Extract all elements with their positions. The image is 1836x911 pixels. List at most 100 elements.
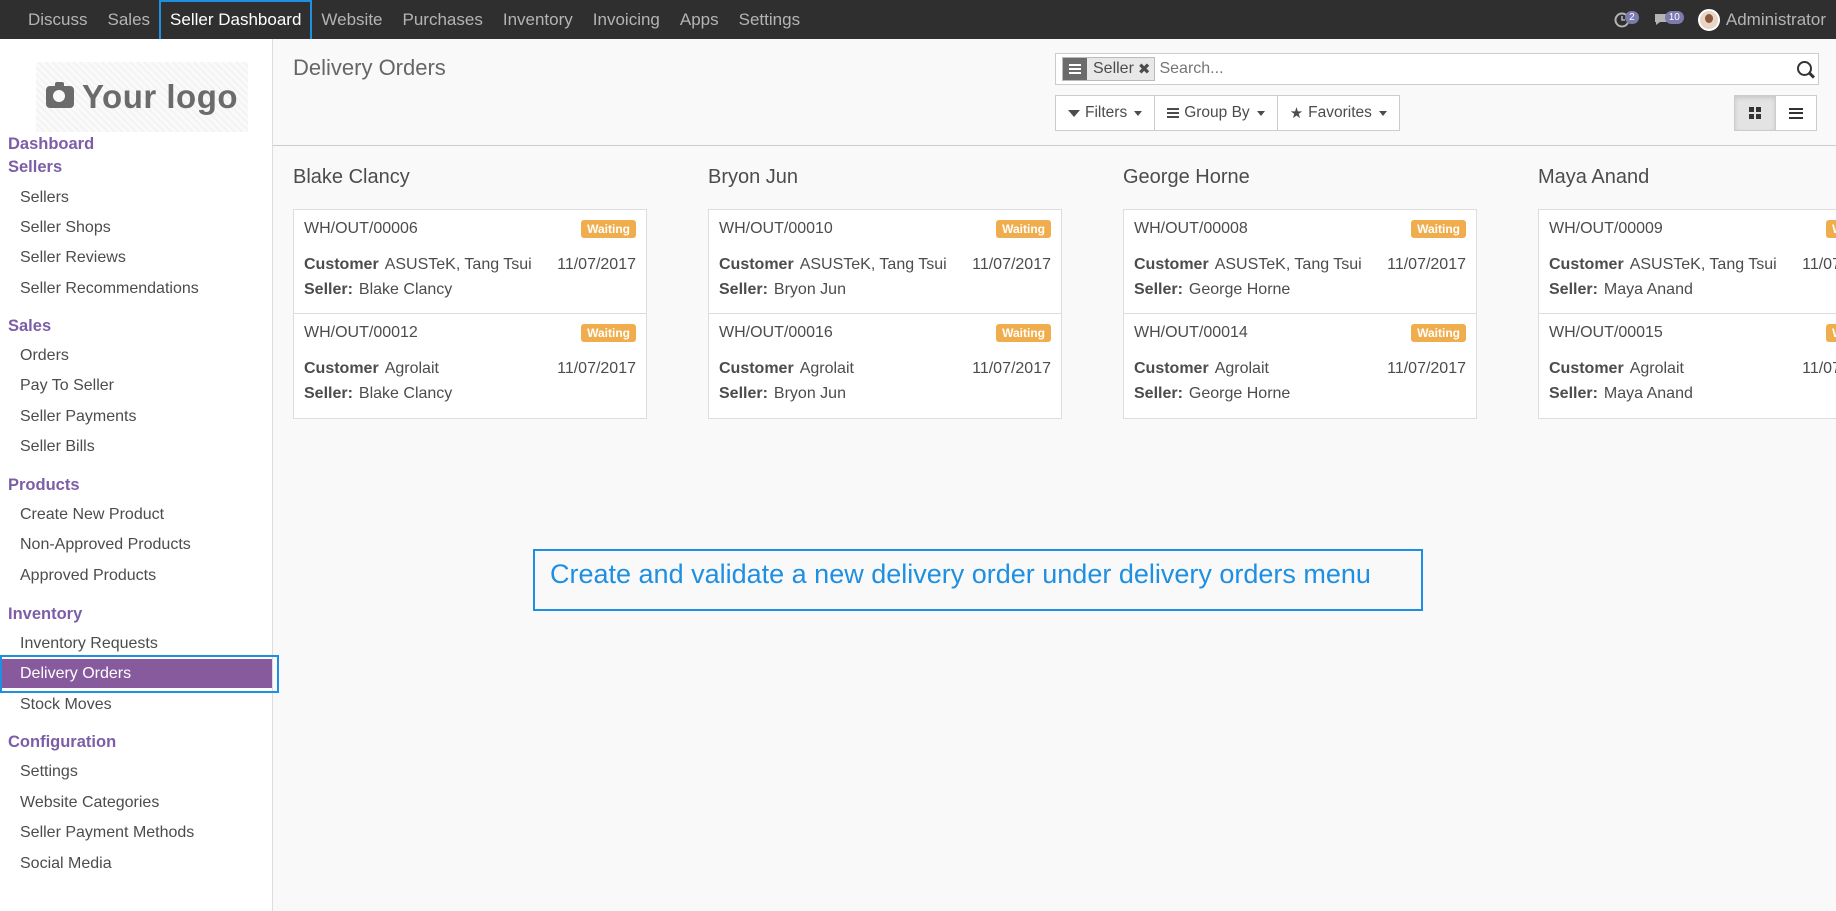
kanban-card[interactable]: WH/OUT/00014 Waiting Customer Agrolait 11… [1124, 314, 1476, 418]
sidebar-section-configuration: Configuration [8, 733, 117, 751]
caret-down-icon [1256, 110, 1265, 116]
search-icon[interactable] [1797, 61, 1812, 76]
column-cards: WH/OUT/00006 Waiting Customer ASUSTeK, Ta… [293, 209, 647, 419]
list-view-button[interactable] [1775, 95, 1817, 131]
search-input[interactable] [1159, 60, 1760, 78]
card-date: 11/07/2017 [557, 256, 636, 273]
messages-button[interactable]: 10 [1653, 11, 1684, 27]
status-badge: Waiting [581, 220, 636, 238]
card-seller: Seller: Blake Clancy [304, 385, 453, 402]
favorites-button[interactable]: ★ Favorites [1276, 95, 1400, 131]
activity-button[interactable]: 2 [1614, 11, 1639, 28]
status-badge: Waiting [1411, 324, 1466, 342]
kanban-card[interactable]: WH/OUT/00016 Waiting Customer Agrolait 11… [709, 314, 1061, 418]
systray: 2 10 Administrator [1614, 0, 1826, 39]
control-panel: Delivery Orders Seller ✖ Filters Group B… [273, 39, 1836, 146]
card-reference: WH/OUT/00016 [719, 324, 833, 341]
sidebar-item-create-new-product[interactable]: Create New Product [20, 506, 164, 524]
sidebar-item-delivery-orders[interactable]: Delivery Orders [20, 665, 131, 683]
kanban-view-button[interactable] [1734, 95, 1776, 131]
remove-facet-icon[interactable]: ✖ [1138, 60, 1155, 78]
sidebar-item-stock-moves[interactable]: Stock Moves [20, 696, 112, 714]
groupby-label: Group By [1184, 104, 1250, 121]
bars-icon [1167, 108, 1180, 118]
user-name: Administrator [1725, 9, 1826, 29]
groupby-button[interactable]: Group By [1154, 95, 1278, 131]
column-title: George Horne [1123, 166, 1250, 188]
status-badge: Waiting [1826, 220, 1836, 238]
sidebar-section-products: Products [8, 476, 80, 494]
card-reference: WH/OUT/00014 [1134, 324, 1248, 341]
menu-inventory[interactable]: Inventory [493, 0, 583, 39]
avatar [1697, 8, 1720, 31]
sidebar-item-sellers[interactable]: Sellers [20, 189, 69, 207]
top-navbar: Discuss Sales Seller Dashboard Website P… [0, 0, 1836, 45]
card-customer: Customer Agrolait [719, 360, 854, 377]
card-date: 11/07/2017 [1387, 256, 1466, 273]
menu-settings[interactable]: Settings [729, 0, 810, 39]
card-reference: WH/OUT/00015 [1549, 324, 1663, 341]
card-reference: WH/OUT/00010 [719, 220, 833, 237]
logo-text: Your logo [81, 78, 239, 115]
card-seller: Seller: Maya Anand [1549, 385, 1693, 402]
sidebar-item-non-approved-products[interactable]: Non-Approved Products [20, 536, 191, 554]
card-date: 11/07/2017 [972, 360, 1051, 377]
sidebar-section-dashboard[interactable]: Dashboard [8, 135, 94, 154]
kanban-card[interactable]: WH/OUT/00008 Waiting Customer ASUSTeK, Ta… [1124, 210, 1476, 314]
list-icon [1789, 107, 1803, 119]
favorites-label: Favorites [1308, 104, 1372, 121]
card-customer: Customer Agrolait [1134, 360, 1269, 377]
kanban-card[interactable]: WH/OUT/00009 Waiting CustomerASUSTeK, Ta… [1539, 210, 1836, 314]
sidebar-section-sellers: Sellers [8, 158, 63, 176]
sidebar-item-seller-recommendations[interactable]: Seller Recommendations [20, 280, 199, 298]
sidebar-item-settings[interactable]: Settings [20, 763, 78, 781]
sidebar-item-approved-products[interactable]: Approved Products [20, 567, 156, 585]
caret-down-icon [1378, 110, 1387, 116]
column-cards: WH/OUT/00008 Waiting Customer ASUSTeK, Ta… [1123, 209, 1477, 419]
menu-seller-dashboard[interactable]: Seller Dashboard [159, 0, 313, 45]
caret-down-icon [1134, 110, 1143, 116]
status-badge: Waiting [581, 324, 636, 342]
facet-label: Seller [1093, 60, 1134, 77]
sidebar-item-pay-to-seller[interactable]: Pay To Seller [20, 377, 114, 395]
card-seller: Seller: Maya Anand [1549, 281, 1693, 298]
sidebar-item-social-media[interactable]: Social Media [20, 855, 112, 873]
filters-button[interactable]: Filters [1055, 95, 1156, 131]
sidebar-item-orders[interactable]: Orders [20, 347, 69, 365]
card-customer: Customer ASUSTeK, Tang Tsui [1134, 256, 1362, 273]
sidebar-section-inventory: Inventory [8, 605, 83, 623]
sidebar: Your logo Dashboard Sellers Sellers Sell… [0, 39, 279, 911]
menu-sales[interactable]: Sales [98, 0, 161, 39]
sidebar-item-seller-reviews[interactable]: Seller Reviews [20, 249, 126, 267]
status-badge: Waiting [996, 324, 1051, 342]
instruction-callout: Create and validate a new delivery order… [533, 549, 1423, 611]
kanban-card[interactable]: WH/OUT/00010 Waiting Customer ASUSTeK, Ta… [709, 210, 1061, 314]
sidebar-item-seller-payments[interactable]: Seller Payments [20, 408, 137, 426]
sidebar-section-sales: Sales [8, 317, 52, 335]
kanban-card[interactable]: WH/OUT/00012 Waiting Customer Agrolait 11… [294, 314, 646, 418]
card-customer: Customer ASUSTeK, Tang Tsui [304, 256, 532, 273]
messages-badge: 10 [1664, 11, 1684, 24]
sidebar-item-website-categories[interactable]: Website Categories [20, 794, 159, 812]
card-seller: Seller: Bryon Jun [719, 385, 846, 402]
card-reference: WH/OUT/00006 [304, 220, 418, 237]
sidebar-item-inventory-requests[interactable]: Inventory Requests [20, 635, 158, 653]
menu-apps[interactable]: Apps [670, 0, 729, 39]
sidebar-item-seller-bills[interactable]: Seller Bills [20, 438, 95, 456]
menu-purchases[interactable]: Purchases [393, 0, 493, 39]
card-customer: Customer Agrolait [304, 360, 439, 377]
menu-invoicing[interactable]: Invoicing [583, 0, 670, 39]
card-date: 11/07/2017 [557, 360, 636, 377]
sidebar-item-seller-payment-methods[interactable]: Seller Payment Methods [20, 824, 194, 842]
kanban-card[interactable]: WH/OUT/00006 Waiting Customer ASUSTeK, Ta… [294, 210, 646, 314]
sidebar-item-seller-shops[interactable]: Seller Shops [20, 219, 111, 237]
page-title: Delivery Orders [293, 55, 446, 80]
menu-discuss[interactable]: Discuss [18, 0, 98, 39]
search-facet[interactable]: Seller ✖ [1062, 57, 1156, 81]
kanban-card[interactable]: WH/OUT/00015 Waiting CustomerAgrolait 11… [1539, 314, 1836, 418]
status-badge: Waiting [1411, 220, 1466, 238]
status-badge: Waiting [996, 220, 1051, 238]
menu-website[interactable]: Website [311, 0, 392, 39]
filter-icon [1068, 109, 1080, 117]
user-menu[interactable]: Administrator [1697, 8, 1826, 31]
